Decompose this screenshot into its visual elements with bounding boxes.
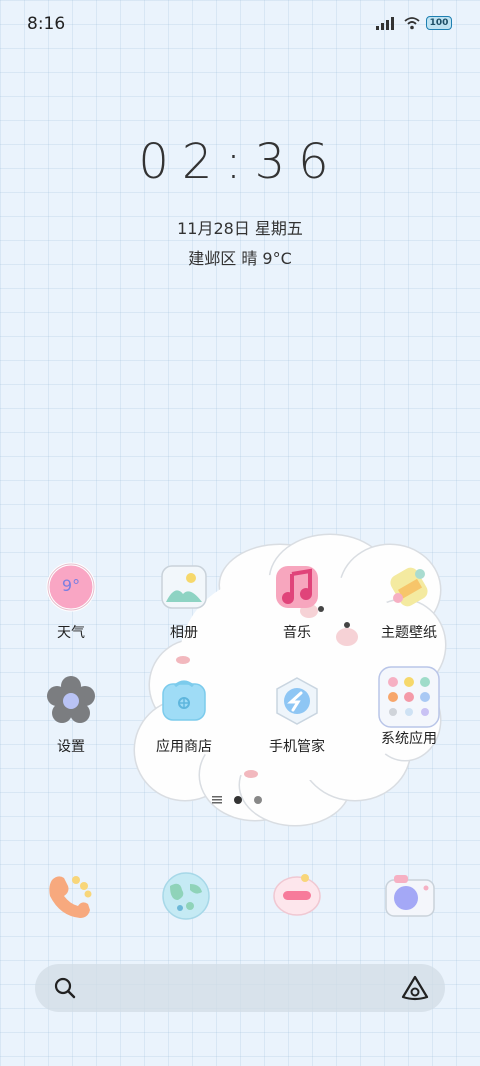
assistant-icon[interactable]: [401, 975, 429, 1001]
gallery-icon: [159, 562, 209, 612]
app-label: 应用商店: [156, 739, 212, 755]
messages-icon: [273, 874, 321, 916]
app-label: 相册: [170, 625, 198, 641]
app-label: 系统应用: [381, 731, 437, 747]
search-icon[interactable]: [53, 976, 77, 1000]
app-drawer-icon[interactable]: [212, 796, 222, 804]
themes-icon: [384, 562, 434, 612]
app-label: 手机管家: [269, 739, 325, 755]
dock-phone[interactable]: [44, 870, 96, 922]
folder-system-apps[interactable]: 系统应用: [359, 666, 459, 748]
dock-camera[interactable]: [384, 870, 436, 922]
app-weather[interactable]: 9° 天气: [21, 562, 121, 642]
phone-icon: [49, 876, 92, 918]
app-label: 主题壁纸: [381, 625, 437, 641]
app-label: 天气: [57, 625, 85, 641]
weather-icon-temp: 9°: [61, 576, 81, 595]
settings-icon: [46, 676, 96, 726]
browser-icon: [162, 872, 210, 920]
page-dot[interactable]: [254, 796, 262, 804]
dock-browser[interactable]: [160, 870, 212, 922]
app-gallery[interactable]: 相册: [134, 562, 234, 642]
app-store[interactable]: 应用商店: [134, 676, 234, 756]
page-dot-active[interactable]: [234, 796, 242, 804]
app-store-icon: [159, 676, 209, 726]
system-apps-folder-icon: [378, 666, 440, 728]
app-label: 设置: [57, 739, 85, 755]
music-icon: [272, 562, 322, 612]
app-label: 音乐: [283, 625, 311, 641]
app-security[interactable]: 手机管家: [247, 676, 347, 756]
app-themes[interactable]: 主题壁纸: [359, 562, 459, 642]
dock-messages[interactable]: [271, 870, 323, 922]
camera-icon: [385, 875, 435, 917]
app-music[interactable]: 音乐: [247, 562, 347, 642]
weather-icon: 9°: [46, 562, 96, 612]
app-settings[interactable]: 设置: [21, 676, 121, 756]
page-indicator[interactable]: [212, 796, 262, 804]
security-icon: [272, 676, 322, 726]
search-bar[interactable]: [35, 964, 445, 1012]
